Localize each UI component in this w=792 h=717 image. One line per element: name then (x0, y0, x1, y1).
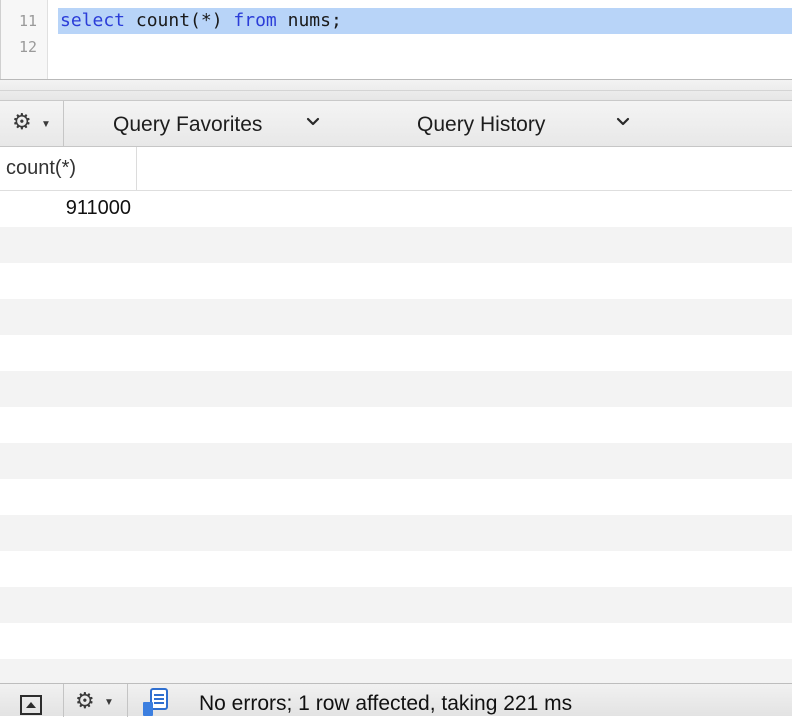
empty-row (0, 515, 792, 551)
line-number: 11 (18, 12, 37, 30)
results-grid[interactable]: 911000 (0, 191, 792, 683)
query-actions-button[interactable]: ⚙ ▼ (0, 101, 64, 146)
chevron-down-icon (616, 117, 630, 126)
empty-row (0, 659, 792, 683)
keyword-from: from (233, 10, 277, 31)
query-toolbar: ⚙ ▼ Query Favorites Query History (0, 101, 792, 147)
query-editor[interactable]: 10 11 12 select count(*) from nums; (0, 0, 792, 79)
query-history-dropdown[interactable]: Query History (354, 101, 654, 146)
pane-splitter[interactable] (0, 79, 792, 101)
query-info-button[interactable] (128, 684, 184, 717)
empty-row (0, 407, 792, 443)
chevron-down-icon (306, 117, 320, 126)
line-number: 10 (3, 0, 37, 4)
splitter-rule (0, 90, 792, 91)
query-favorites-label: Query Favorites (113, 113, 263, 136)
table-row[interactable]: 911000 (0, 191, 792, 227)
status-actions-button[interactable]: ⚙ ▼ (64, 684, 128, 717)
caret-down-icon: ▼ (41, 119, 51, 130)
toggle-console-button[interactable] (0, 684, 64, 717)
empty-row (0, 227, 792, 263)
line-number-gutter: 10 11 12 (1, 0, 48, 79)
empty-row (0, 263, 792, 299)
empty-row (0, 551, 792, 587)
query-history-label: Query History (417, 113, 546, 136)
empty-row (0, 587, 792, 623)
table-cell[interactable]: 911000 (0, 197, 131, 220)
empty-row (0, 623, 792, 659)
empty-row (0, 335, 792, 371)
gear-icon: ⚙ (12, 109, 32, 134)
empty-row (0, 299, 792, 335)
code-text: nums; (276, 10, 342, 31)
caret-down-icon: ▼ (104, 697, 114, 708)
empty-row (0, 479, 792, 515)
empty-row (0, 443, 792, 479)
results-header: count(*) (0, 147, 792, 191)
column-header-label: count(*) (6, 157, 77, 179)
empty-row (0, 371, 792, 407)
gear-icon: ⚙ (75, 688, 95, 713)
toggle-console-icon (20, 695, 42, 715)
column-header[interactable]: count(*) (0, 147, 137, 190)
code-line[interactable]: select count(*) from nums; (60, 9, 342, 33)
status-bar: ⚙ ▼ No errors; 1 row affected, taking 22… (0, 683, 792, 717)
status-message: No errors; 1 row affected, taking 221 ms (199, 692, 573, 715)
query-favorites-dropdown[interactable]: Query Favorites (64, 101, 354, 146)
line-number: 12 (18, 38, 37, 56)
query-info-icon (143, 688, 168, 716)
code-text: count(*) (125, 10, 234, 31)
keyword-select: select (60, 10, 126, 31)
